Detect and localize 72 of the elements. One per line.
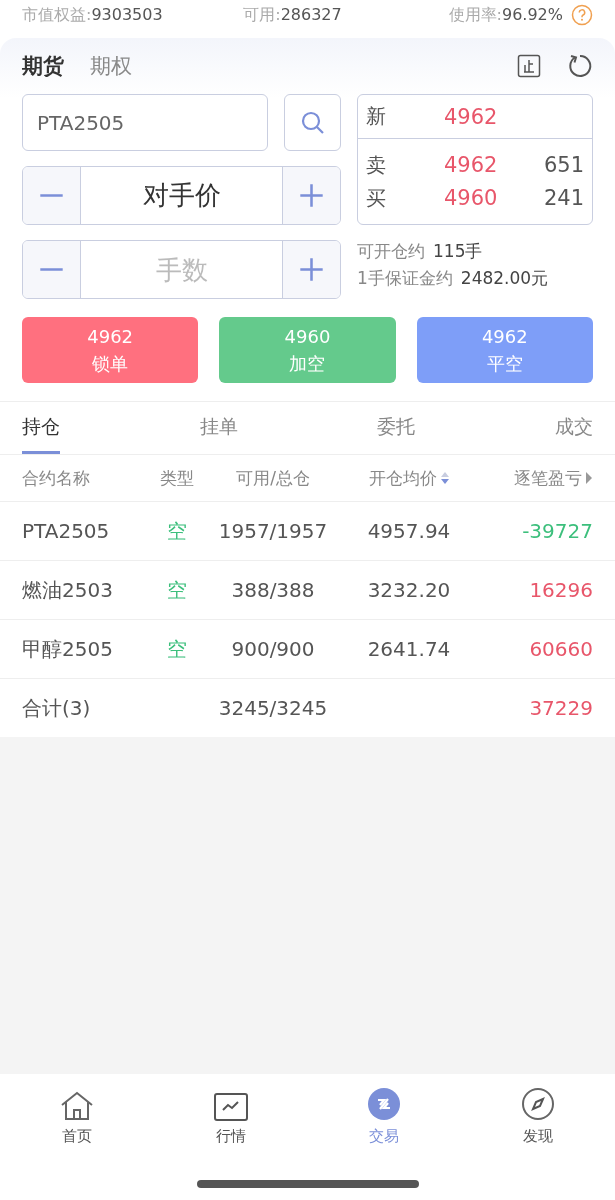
quote-volume: 651	[543, 153, 584, 177]
plus-icon[interactable]	[283, 167, 340, 224]
summary-value: 9303503	[91, 4, 163, 24]
table-cell: 900/900	[231, 637, 315, 661]
table-cell: 甲醇2505	[22, 635, 113, 663]
home-icon	[59, 1091, 94, 1121]
summary-value: 286327	[280, 4, 342, 24]
quote-price: 4962	[444, 153, 498, 177]
search-button[interactable]	[284, 94, 341, 151]
nav-tab[interactable]: 首页	[0, 1082, 154, 1146]
order-button[interactable]: 4960 加空	[219, 317, 396, 383]
table-cell: 1957/1957	[218, 519, 328, 543]
compass-icon	[521, 1087, 556, 1121]
product-tab[interactable]: 期货	[22, 52, 64, 80]
table-cell: 合计(3)	[22, 694, 91, 722]
order-button[interactable]: 4962 锁单	[22, 317, 199, 383]
help-icon[interactable]	[571, 4, 593, 26]
quote-label: 卖	[366, 151, 387, 179]
table-cell: 2641.74	[367, 637, 451, 661]
quote-label: 买	[366, 184, 387, 212]
caret-icon[interactable]	[585, 471, 593, 485]
list-tab[interactable]: 委托	[377, 402, 416, 454]
quote-price: 4960	[444, 186, 498, 210]
table-cell: -39727	[522, 519, 593, 543]
table-cell: 3245/3245	[218, 696, 328, 720]
table-cell: 3232.20	[367, 578, 451, 602]
summary-value: 96.92%	[501, 4, 563, 24]
nav-tab[interactable]: 交易	[307, 1082, 462, 1146]
column-header[interactable]: 可用/总仓	[236, 466, 310, 490]
quote-price: 4962	[444, 104, 498, 129]
table-cell: 4957.94	[367, 519, 451, 543]
info-value: 115手	[433, 240, 483, 263]
table-cell: 空	[167, 576, 187, 604]
nav-tab[interactable]: 发现	[461, 1082, 615, 1146]
quantity-stepper[interactable]: 手数	[22, 240, 341, 299]
quote-volume: 241	[543, 186, 584, 210]
summary-label: 使用率:	[448, 4, 502, 26]
chart-icon	[213, 1093, 248, 1121]
product-tab[interactable]: 期权	[90, 52, 132, 80]
list-tab[interactable]: 成交	[554, 402, 593, 454]
table-cell: 388/388	[231, 578, 315, 602]
contract-field[interactable]: PTA2505	[22, 94, 268, 151]
table-cell: 60660	[529, 637, 593, 661]
table-cell: PTA2505	[22, 519, 110, 543]
refresh-icon[interactable]	[567, 53, 593, 79]
info-label: 可开仓约	[357, 240, 425, 263]
stop-icon[interactable]	[517, 54, 541, 78]
summary-label: 可用:	[243, 4, 281, 26]
column-header[interactable]: 开仓均价	[368, 466, 437, 490]
info-value: 2482.00元	[460, 267, 549, 290]
column-header[interactable]: 类型	[160, 466, 194, 490]
sort-icon[interactable]	[439, 471, 450, 485]
table-cell: 37229	[529, 696, 593, 720]
table-cell: 燃油2503	[22, 576, 113, 604]
order-button[interactable]: 4962 平空	[416, 317, 593, 383]
table-cell: 16296	[529, 578, 593, 602]
summary-label: 市值权益:	[22, 4, 92, 26]
column-header[interactable]: 逐笔盈亏	[514, 466, 582, 490]
nav-tab[interactable]: 行情	[153, 1082, 308, 1146]
table-cell: 空	[167, 517, 187, 545]
minus-icon[interactable]	[23, 167, 80, 224]
info-label: 1手保证金约	[357, 267, 453, 290]
trade-icon	[367, 1087, 402, 1121]
search-icon	[299, 109, 326, 136]
column-header[interactable]: 合约名称	[22, 466, 90, 490]
plus-icon[interactable]	[283, 241, 340, 298]
list-tab[interactable]: 持仓	[22, 402, 60, 454]
price-stepper[interactable]: 对手价	[22, 166, 341, 225]
quote-label: 新	[366, 103, 387, 130]
minus-icon[interactable]	[23, 241, 80, 298]
list-tab[interactable]: 挂单	[199, 402, 238, 454]
table-cell: 空	[167, 635, 187, 663]
